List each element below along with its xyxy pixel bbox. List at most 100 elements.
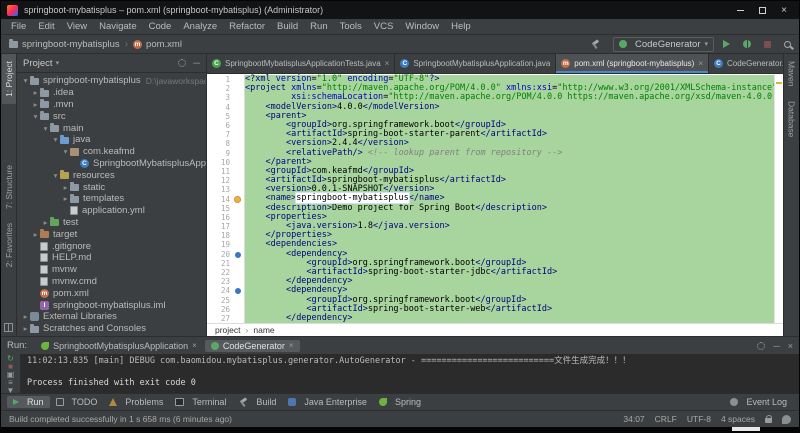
chevron-closed-icon[interactable]: ▸ [41,218,50,227]
run-tab-springbootmybatisplusapplication[interactable]: SpringbootMybatisplusApplication × [35,340,203,352]
tree-item-springboot-mybatisplus-iml[interactable]: Ispringboot-mybatisplus.iml [17,299,206,311]
tree-item-help-md[interactable]: HELP.md [17,252,206,264]
tool-button-todo[interactable]: TODO [50,396,104,408]
tree-item-springbootmybatisplusapplication[interactable]: C SpringbootMybatisplusApplication [17,158,206,170]
close-tab-icon[interactable]: × [289,341,294,350]
run-minimize-icon[interactable]: ─ [773,341,779,351]
tree-item-idea[interactable]: ▸ .idea [17,87,206,99]
chevron-closed-icon[interactable]: ▸ [21,324,30,333]
maximize-button[interactable] [751,3,773,17]
intention-bulb-icon[interactable] [234,195,241,203]
menu-analyze[interactable]: Analyze [177,21,223,32]
error-stripe[interactable] [774,74,783,323]
menu-code[interactable]: Code [143,21,178,32]
readonly-lock-icon[interactable] [765,415,772,423]
project-view-selector[interactable]: Project [23,58,53,69]
status-utf-8[interactable]: UTF-8 [687,414,711,424]
run-close-icon[interactable]: × [788,341,793,351]
tree-item-pom-xml[interactable]: m pom.xml [17,287,206,299]
menu-tools[interactable]: Tools [334,21,368,32]
debug-button[interactable] [743,40,751,48]
tree-item-springboot-mybatisplus[interactable]: ▾ springboot-mybatisplus D:\javaworkspace\… [17,75,206,87]
run-settings-icon[interactable] [757,341,766,350]
editor-tab-pom-xml-springboot-mybatisplus[interactable]: m pom.xml (springboot-mybatisplus) × [556,54,709,73]
tool-button-run[interactable]: Run [7,396,50,408]
menu-build[interactable]: Build [271,21,304,32]
close-button[interactable]: × [773,3,795,17]
menu-vcs[interactable]: VCS [368,21,400,32]
build-project-icon[interactable] [590,39,600,49]
menu-file[interactable]: File [5,21,32,32]
close-tab-icon[interactable]: × [698,59,703,68]
run-tab-codegenerator[interactable]: CodeGenerator × [204,339,300,352]
tool-button-java-enterprise[interactable]: Java Enterprise [282,396,373,408]
chevron-open-icon[interactable]: ▾ [31,112,40,121]
editor-tab-springbootmybatisplusapplicationtests-java[interactable]: C SpringbootMybatisplusApplicationTests.j… [207,54,396,73]
tree-item-main[interactable]: ▾ main [17,122,206,134]
editor-tab-springbootmybatisplusapplication-java[interactable]: C SpringbootMybatisplusApplication.java [395,54,557,73]
tool-button-event-log[interactable]: Event Log [724,396,793,408]
close-tab-icon[interactable]: × [192,341,197,350]
chevron-open-icon[interactable]: ▾ [51,135,60,144]
tool-stripe-7-structure[interactable]: 7: Structure [2,158,16,216]
xml-breadcrumb-project[interactable]: project [215,325,241,335]
close-tab-icon[interactable]: × [385,59,390,68]
tree-item-mvnw-cmd[interactable]: mvnw.cmd [17,276,206,288]
run-button[interactable] [723,40,730,48]
chevron-closed-icon[interactable]: ▸ [31,100,40,109]
tree-item-resources[interactable]: ▾ resources [17,169,206,181]
inspection-mark-icon[interactable] [776,82,782,84]
highlighting-level-icon[interactable] [782,414,791,424]
tree-item-test[interactable]: ▸ test [17,217,206,229]
tool-stripe-2-favorites[interactable]: 2: Favorites [2,216,16,274]
breadcrumb-pom-xml[interactable]: m pom.xml [133,39,182,50]
run-console[interactable]: 11:02:13.835 [main] DEBUG com.baomidou.m… [21,354,799,393]
menu-help[interactable]: Help [445,21,477,32]
tree-item-target[interactable]: ▸ target [17,228,206,240]
tree-item-mvn[interactable]: ▸ .mvn [17,99,206,111]
code-area[interactable]: <?xml version="1.0" encoding="UTF-8"?> <p… [245,74,774,323]
hide-panel-icon[interactable]: ─ [193,58,200,69]
tree-item-static[interactable]: ▸ static [17,181,206,193]
tree-item-templates[interactable]: ▸ templates [17,193,206,205]
menu-edit[interactable]: Edit [32,21,60,32]
menu-refactor[interactable]: Refactor [223,21,271,32]
tool-button-spring[interactable]: Spring [373,396,427,408]
tool-button-problems[interactable]: Problems [103,396,169,408]
chevron-closed-icon[interactable]: ▸ [21,312,30,321]
maven-dependency-icon[interactable] [235,288,241,295]
status-crlf[interactable]: CRLF [655,414,677,424]
tree-item-src[interactable]: ▾ src [17,110,206,122]
tree-item-com-keafmd[interactable]: ▾ com.keafmd [17,146,206,158]
tool-stripe-database[interactable]: Database [785,94,799,144]
maven-dependency-icon[interactable] [235,251,241,258]
tool-stripe-1-project[interactable]: 1: Project [1,54,16,104]
tree-item-java[interactable]: ▾ java [17,134,206,146]
status-34-07[interactable]: 34:07 [623,414,644,424]
menu-navigate[interactable]: Navigate [93,21,143,32]
breadcrumb-springboot-mybatisplus[interactable]: springboot-mybatisplus [9,39,120,50]
chevron-closed-icon[interactable]: ▸ [31,230,40,239]
tool-button-build[interactable]: Build [232,396,282,408]
title-bar[interactable]: springboot-mybatisplus – pom.xml (spring… [1,1,799,19]
tree-item-mvnw[interactable]: mvnw [17,264,206,276]
menu-view[interactable]: View [61,21,93,32]
tree-item-application-yml[interactable]: application.yml [17,205,206,217]
tree-item-external-libraries[interactable]: ▸ External Libraries [17,311,206,323]
tree-item-scratches-and-consoles[interactable]: ▸ Scratches and Consoles [17,323,206,335]
tree-item-gitignore[interactable]: .gitignore [17,240,206,252]
chevron-open-icon[interactable]: ▾ [51,171,60,180]
chevron-open-icon[interactable]: ▾ [21,76,30,85]
editor-tab-codegenerator-java[interactable]: CCodeGenerator.java× [709,54,783,73]
chevron-closed-icon[interactable]: ▸ [61,194,70,203]
chevron-closed-icon[interactable]: ▸ [61,183,70,192]
stop-button[interactable] [764,40,771,48]
tool-window-switcher-icon[interactable] [4,323,13,332]
tool-button-terminal[interactable]: Terminal [169,396,232,408]
xml-breadcrumb-name[interactable]: name [253,325,274,335]
minimize-button[interactable] [729,3,751,17]
status-4-spaces[interactable]: 4 spaces [721,414,755,424]
chevron-open-icon[interactable]: ▾ [61,147,70,156]
tool-stripe-maven[interactable]: Maven [785,54,799,94]
menu-run[interactable]: Run [304,21,333,32]
